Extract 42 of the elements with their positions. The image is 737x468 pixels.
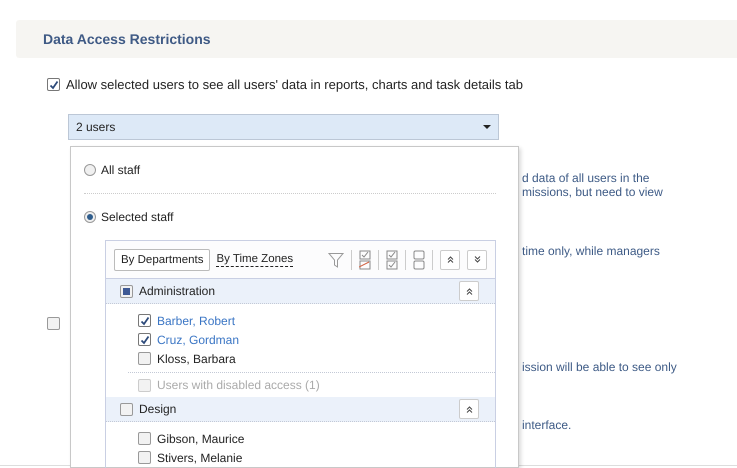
caret-icon	[483, 125, 491, 129]
double-chevron-up-icon	[464, 404, 474, 414]
radio-label: All staff	[101, 163, 140, 177]
collapse-button[interactable]	[459, 281, 479, 301]
checkbox[interactable]	[138, 333, 151, 346]
radio-button[interactable]	[84, 164, 96, 176]
staff-name[interactable]: Kloss, Barbara	[157, 352, 236, 366]
double-chevron-up-icon	[464, 286, 474, 296]
collapse-all-button[interactable]	[440, 250, 460, 270]
double-chevron-down-icon	[472, 255, 482, 264]
checkbox[interactable]	[138, 432, 151, 445]
tab[interactable]: By Time Zones	[216, 252, 294, 266]
checkbox[interactable]	[138, 378, 151, 392]
checkbox[interactable]	[120, 284, 133, 298]
double-chevron-up-icon	[446, 255, 454, 264]
empty-boxes-icon[interactable]	[413, 250, 425, 270]
description-text: interface.	[521, 418, 572, 432]
check-all-icon[interactable]	[386, 250, 398, 270]
staff-name[interactable]: Barber, Robert	[157, 314, 236, 328]
users-dropdown[interactable]: 2 users	[68, 114, 499, 140]
section-title: Data Access Restrictions	[43, 31, 211, 47]
checkbox[interactable]	[47, 78, 60, 91]
checkbox[interactable]	[138, 451, 151, 464]
collapse-button[interactable]	[459, 399, 479, 419]
tab[interactable]: By Departments	[114, 248, 210, 270]
checkbox[interactable]	[47, 317, 60, 330]
expand-all-button[interactable]	[467, 250, 487, 270]
staff-name[interactable]: Gibson, Maurice	[157, 432, 244, 446]
staff-name[interactable]: Stivers, Melanie	[157, 450, 242, 464]
option-label: Allow selected users to see all users' data in reports, charts and task details tab	[66, 77, 523, 92]
uncheck-all-icon[interactable]	[359, 250, 371, 270]
checkbox[interactable]	[120, 402, 133, 416]
staff-name[interactable]: Cruz, Gordman	[157, 332, 240, 346]
radio-label: Selected staff	[101, 210, 174, 224]
checkbox[interactable]	[138, 314, 151, 327]
description-text: ission will be able to see only	[521, 360, 678, 374]
department-name: Design	[139, 402, 176, 416]
radio-button[interactable]	[84, 211, 96, 223]
description-text: d data of all users in the missions, but need to view	[521, 171, 664, 199]
filter-icon[interactable]	[328, 252, 344, 268]
checkbox[interactable]	[138, 352, 151, 365]
department-name: Administration	[139, 284, 216, 298]
